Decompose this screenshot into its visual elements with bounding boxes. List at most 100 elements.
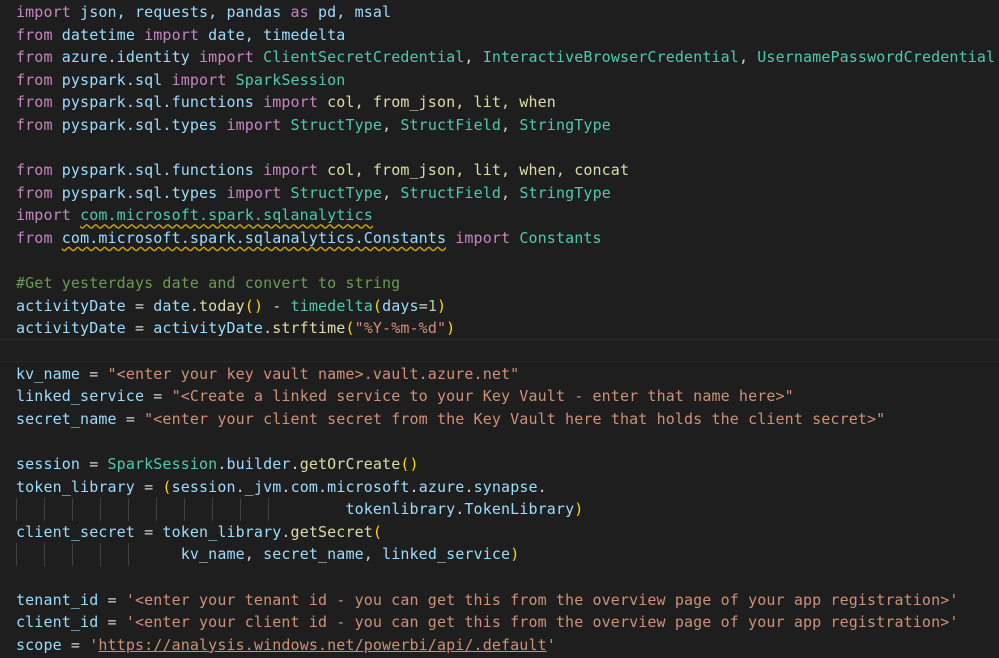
code-line[interactable]: kv_name, secret_name, linked_service) — [16, 543, 520, 566]
code-token: "<enter your client secret from the Key … — [144, 409, 886, 428]
code-token: UsernamePasswordCredential — [757, 48, 996, 67]
code-token: import — [446, 229, 511, 247]
code-token: as — [290, 3, 309, 21]
code-line[interactable]: client_id = '<enter your client id - you… — [16, 611, 959, 634]
code-line[interactable]: token_library = (session._jvm.com.micros… — [16, 476, 547, 499]
code-token: from — [16, 229, 53, 247]
code-token: 1 — [427, 296, 437, 315]
code-line[interactable]: activityDate = activityDate.strftime("%Y… — [16, 317, 455, 340]
code-token: ( — [372, 522, 383, 541]
code-line[interactable]: from pyspark.sql.functions import col, f… — [16, 91, 556, 114]
indent-guide — [240, 498, 241, 521]
code-token: . — [263, 319, 273, 338]
code-token: token_library — [16, 477, 135, 496]
indent-guide — [44, 498, 45, 521]
code-token: ) — [437, 296, 447, 315]
code-token: Constants — [510, 229, 602, 247]
code-line[interactable]: from datetime import date, timedelta — [16, 24, 345, 47]
code-line[interactable]: session = SparkSession.builder.getOrCrea… — [16, 453, 419, 476]
code-token: StructField — [400, 116, 502, 134]
code-token: ) — [510, 545, 520, 564]
code-token: builder — [226, 455, 291, 473]
code-token: = — [80, 455, 108, 473]
code-line[interactable]: from com.microsoft.spark.sqlanalytics.Co… — [16, 227, 602, 250]
code-line[interactable]: from pyspark.sql.types import StructType… — [16, 114, 611, 137]
code-token: TokenLibrary — [464, 500, 575, 519]
code-line[interactable]: secret_name = "<enter your client secret… — [16, 408, 885, 431]
code-token: '<enter your tenant id - you can get thi… — [125, 590, 959, 609]
code-line[interactable]: from pyspark.sql.types import StructType… — [16, 182, 611, 205]
current-line-highlight — [0, 339, 999, 362]
code-line[interactable]: import json, requests, pandas as pd, msa… — [16, 1, 391, 24]
code-token: getOrCreate — [299, 455, 401, 473]
code-line[interactable]: from pyspark.sql.functions import col, f… — [16, 159, 629, 182]
code-line[interactable]: import com.microsoft.spark.sqlanalytics — [16, 204, 373, 227]
code-token: StructType — [281, 183, 383, 202]
code-token: pyspark.sql.types — [52, 183, 227, 202]
code-line[interactable]: tokenlibrary.TokenLibrary) — [16, 498, 583, 521]
code-token: SparkSession — [226, 70, 346, 89]
code-token: , — [382, 183, 401, 202]
code-line[interactable]: linked_service = "<Create a linked servi… — [16, 385, 794, 408]
code-token: pyspark.sql.types — [52, 116, 227, 134]
code-line[interactable]: scope = 'https://analysis.windows.net/po… — [16, 634, 556, 657]
code-token: () — [400, 455, 419, 473]
code-token: activityDate — [153, 319, 264, 338]
code-token: SparkSession — [107, 455, 218, 473]
code-token: = — [125, 296, 154, 315]
code-token: ( — [162, 477, 172, 496]
code-token: datetime — [52, 25, 145, 44]
code-token: = — [61, 635, 90, 654]
code-token: from — [16, 93, 53, 112]
indent-guide — [100, 498, 101, 521]
code-token: . — [409, 477, 419, 496]
code-line[interactable]: tenant_id = '<enter your tenant id - you… — [16, 589, 959, 612]
code-token: _jvm — [244, 477, 282, 496]
code-token: date, timedelta — [199, 25, 346, 44]
code-token: com.microsoft.spark.sqlanalytics.Constan… — [61, 229, 447, 247]
code-token: = — [98, 613, 126, 632]
code-line[interactable]: kv_name = "<enter your key vault name>.v… — [16, 363, 519, 386]
code-token: import — [16, 3, 71, 21]
code-token: from — [16, 116, 53, 134]
code-token: = — [116, 409, 145, 428]
code-token: timedelta — [290, 296, 373, 315]
code-token: import — [263, 93, 318, 112]
code-token: scope — [16, 635, 62, 654]
code-token: = — [134, 477, 163, 496]
code-token: microsoft — [327, 477, 410, 496]
code-token: ' — [89, 635, 99, 654]
code-token: import — [226, 116, 282, 134]
code-token: ( — [372, 296, 383, 315]
code-token: from — [16, 70, 53, 89]
code-token: = — [418, 296, 428, 315]
code-token: kv_name — [180, 545, 245, 564]
code-token: date — [153, 296, 190, 315]
code-token: ' — [546, 635, 556, 654]
code-token: linked_service — [16, 387, 145, 406]
code-line[interactable]: from azure.identity import ClientSecretC… — [16, 46, 995, 69]
code-token: . — [464, 477, 474, 496]
code-line[interactable]: activityDate = date.today() - timedelta(… — [16, 295, 446, 318]
code-token: ( — [345, 319, 355, 338]
code-line[interactable]: #Get yesterdays date and convert to stri… — [16, 272, 400, 295]
code-token: , — [464, 48, 483, 67]
code-line[interactable]: from pyspark.sql import SparkSession — [16, 69, 345, 92]
code-token: pyspark.sql.functions — [52, 93, 264, 112]
code-token: azure.identity — [52, 48, 200, 67]
code-editor[interactable]: import json, requests, pandas as pd, msa… — [0, 0, 999, 658]
code-token: = — [98, 590, 126, 609]
code-token: , — [244, 545, 264, 564]
code-line[interactable]: client_secret = token_library.getSecret( — [16, 521, 382, 544]
code-token: . — [318, 477, 328, 496]
code-token: linked_service — [382, 545, 511, 564]
indent-guide — [16, 498, 17, 521]
code-token: com.microsoft.spark.sqlanalytics — [80, 206, 373, 225]
code-token: today — [199, 296, 245, 315]
code-token: , — [501, 116, 520, 134]
code-token: . — [537, 477, 547, 496]
code-token: . — [281, 522, 291, 541]
